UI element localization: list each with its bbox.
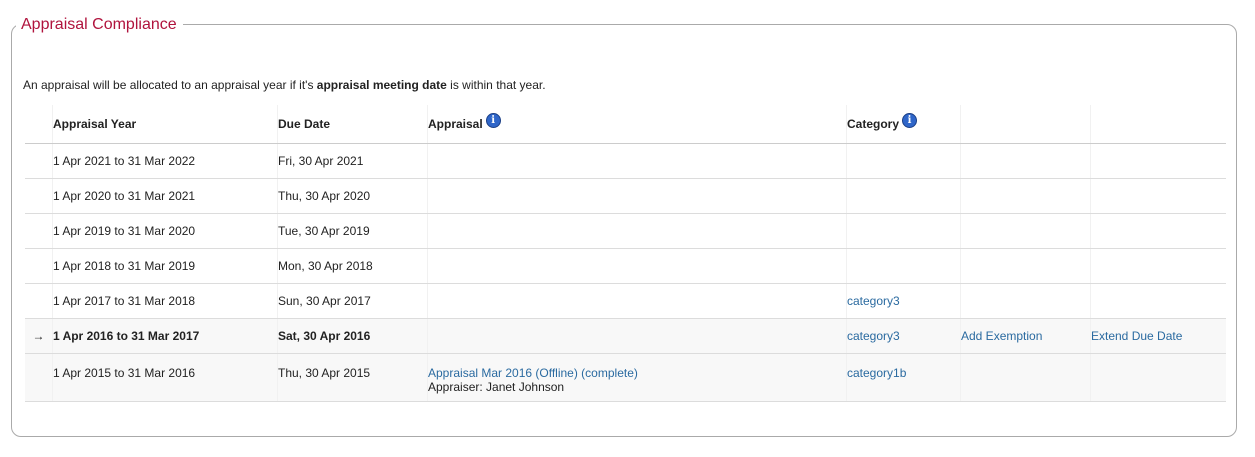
cell-exemption xyxy=(960,178,1091,214)
cell-appraisal-year: 1 Apr 2016 to 31 Mar 2017 xyxy=(52,318,278,354)
cell-appraisal: Appraisal Mar 2016 (Offline) (complete) A… xyxy=(427,353,847,402)
current-row-arrow-icon: → xyxy=(25,318,53,354)
table-row: 1 Apr 2021 to 31 Mar 2022 Fri, 30 Apr 20… xyxy=(25,143,1226,179)
cell-exemption xyxy=(960,248,1091,284)
cell-appraisal-year: 1 Apr 2018 to 31 Mar 2019 xyxy=(52,248,278,284)
cell-extend xyxy=(1090,213,1226,249)
intro-text: An appraisal will be allocated to an app… xyxy=(23,78,546,92)
cell-extend: Extend Due Date xyxy=(1090,318,1226,354)
cell-appraisal xyxy=(427,178,847,214)
table-header-row: Appraisal Year Due Date Appraisal i Categ… xyxy=(25,105,1226,144)
cell-category xyxy=(846,143,961,179)
extend-due-date-link[interactable]: Extend Due Date xyxy=(1091,329,1182,343)
header-category: Category i xyxy=(846,105,961,144)
appraisal-link[interactable]: Appraisal Mar 2016 (Offline) (complete) xyxy=(428,366,638,380)
cell-appraisal-year: 1 Apr 2015 to 31 Mar 2016 xyxy=(52,353,278,402)
header-appraisal-year: Appraisal Year xyxy=(52,105,278,144)
header-exemption xyxy=(960,105,1091,144)
cell-exemption xyxy=(960,353,1091,402)
cell-category xyxy=(846,248,961,284)
cell-appraisal xyxy=(427,143,847,179)
row-marker xyxy=(25,353,53,402)
row-marker xyxy=(25,248,53,284)
info-icon[interactable]: i xyxy=(902,113,918,128)
intro-text-end: is within that year. xyxy=(446,78,546,92)
header-due-date: Due Date xyxy=(277,105,428,144)
cell-due-date: Sun, 30 Apr 2017 xyxy=(277,283,428,319)
cell-appraisal-year: 1 Apr 2020 to 31 Mar 2021 xyxy=(52,178,278,214)
cell-appraisal-year: 1 Apr 2017 to 31 Mar 2018 xyxy=(52,283,278,319)
table-row: 1 Apr 2017 to 31 Mar 2018 Sun, 30 Apr 20… xyxy=(25,283,1226,319)
intro-text-bold: appraisal meeting date xyxy=(316,78,447,92)
cell-due-date: Thu, 30 Apr 2020 xyxy=(277,178,428,214)
cell-category: category3 xyxy=(846,318,961,354)
cell-category: category1b xyxy=(846,353,961,402)
table-row: 1 Apr 2019 to 31 Mar 2020 Tue, 30 Apr 20… xyxy=(25,213,1226,249)
cell-exemption xyxy=(960,283,1091,319)
table-row: 1 Apr 2015 to 31 Mar 2016 Thu, 30 Apr 20… xyxy=(25,353,1226,402)
cell-extend xyxy=(1090,283,1226,319)
row-marker xyxy=(25,213,53,249)
header-appraisal-label: Appraisal xyxy=(428,117,483,131)
info-icon[interactable]: i xyxy=(485,113,501,128)
cell-extend xyxy=(1090,248,1226,284)
cell-due-date: Tue, 30 Apr 2019 xyxy=(277,213,428,249)
header-appraisal: Appraisal i xyxy=(427,105,847,144)
cell-exemption xyxy=(960,213,1091,249)
cell-due-date: Mon, 30 Apr 2018 xyxy=(277,248,428,284)
cell-due-date: Thu, 30 Apr 2015 xyxy=(277,353,428,402)
row-marker xyxy=(25,143,53,179)
cell-appraisal xyxy=(427,318,847,354)
cell-appraisal xyxy=(427,213,847,249)
category-link[interactable]: category1b xyxy=(847,366,906,380)
table-row: 1 Apr 2020 to 31 Mar 2021 Thu, 30 Apr 20… xyxy=(25,178,1226,214)
appraiser-name: Appraiser: Janet Johnson xyxy=(428,380,565,394)
table-row-current: → 1 Apr 2016 to 31 Mar 2017 Sat, 30 Apr … xyxy=(25,318,1226,354)
cell-exemption: Add Exemption xyxy=(960,318,1091,354)
header-extend xyxy=(1090,105,1226,144)
header-marker xyxy=(25,105,53,144)
cell-category: category3 xyxy=(846,283,961,319)
cell-due-date: Fri, 30 Apr 2021 xyxy=(277,143,428,179)
cell-category xyxy=(846,178,961,214)
cell-appraisal xyxy=(427,283,847,319)
row-marker xyxy=(25,283,53,319)
cell-extend xyxy=(1090,143,1226,179)
cell-exemption xyxy=(960,143,1091,179)
section-title: Appraisal Compliance xyxy=(16,15,183,35)
cell-category xyxy=(846,213,961,249)
table-row: 1 Apr 2018 to 31 Mar 2019 Mon, 30 Apr 20… xyxy=(25,248,1226,284)
intro-text-start: An appraisal will be allocated to an app… xyxy=(23,78,317,92)
cell-appraisal-year: 1 Apr 2019 to 31 Mar 2020 xyxy=(52,213,278,249)
cell-extend xyxy=(1090,178,1226,214)
category-link[interactable]: category3 xyxy=(847,329,900,343)
row-marker xyxy=(25,178,53,214)
category-link[interactable]: category3 xyxy=(847,294,900,308)
cell-appraisal-year: 1 Apr 2021 to 31 Mar 2022 xyxy=(52,143,278,179)
header-category-label: Category xyxy=(847,117,900,131)
cell-appraisal xyxy=(427,248,847,284)
cell-due-date: Sat, 30 Apr 2016 xyxy=(277,318,428,354)
add-exemption-link[interactable]: Add Exemption xyxy=(961,329,1042,343)
appraisal-table: Appraisal Year Due Date Appraisal i Categ… xyxy=(25,105,1226,402)
cell-extend xyxy=(1090,353,1226,402)
